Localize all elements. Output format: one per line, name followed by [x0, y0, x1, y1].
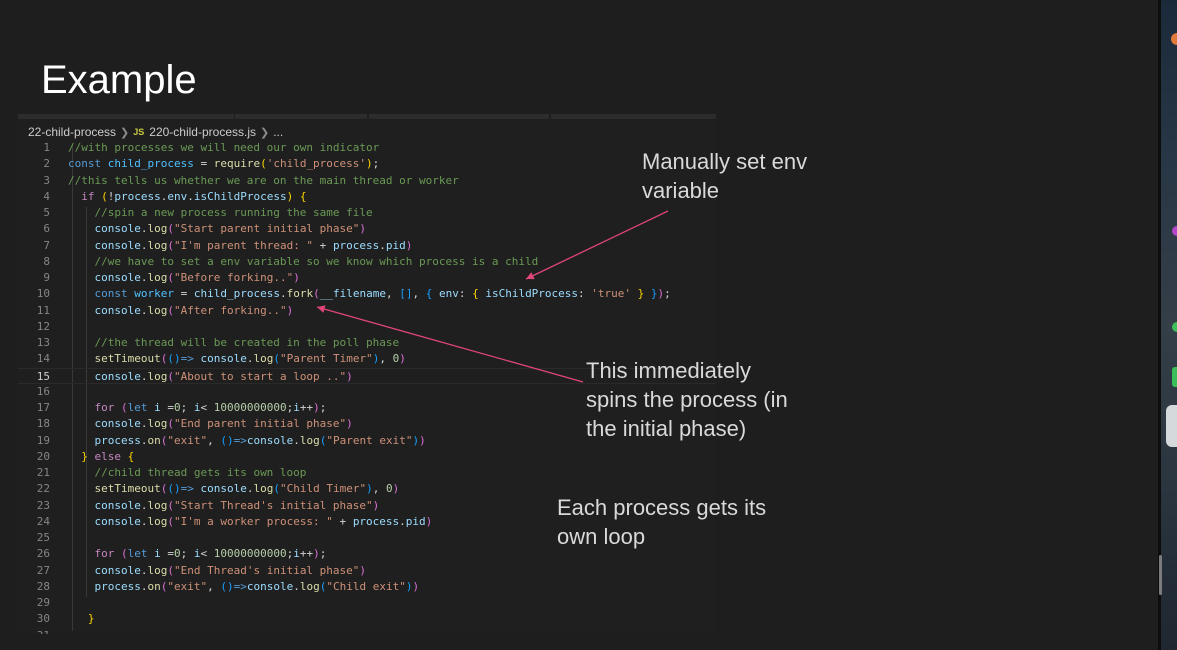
- annotation-arrows: [316, 210, 669, 383]
- dock-app-icon[interactable]: [1172, 322, 1177, 332]
- dock-app-icon[interactable]: [1172, 367, 1177, 387]
- scrollbar[interactable]: [1159, 555, 1162, 595]
- window-divider: [1158, 0, 1161, 650]
- dock-app-icon[interactable]: [1171, 33, 1177, 45]
- dock-app-icon[interactable]: [1172, 226, 1177, 236]
- arrow-to-fork: [316, 305, 584, 383]
- side-panel-handle[interactable]: [1166, 405, 1177, 447]
- arrow-to-env: [525, 210, 669, 280]
- slide: Example 22-child-process ❯ JS 220-child-…: [0, 0, 1158, 650]
